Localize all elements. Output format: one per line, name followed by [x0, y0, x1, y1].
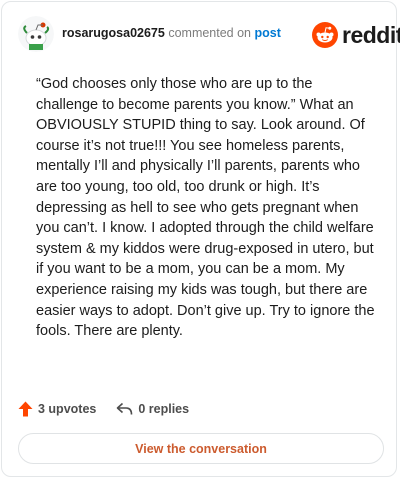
upvote-arrow-icon [18, 401, 33, 417]
reply-arrow-icon [117, 402, 133, 415]
reddit-logo[interactable]: reddit [312, 22, 400, 48]
upvote-count: 3 upvotes [38, 402, 97, 416]
reddit-snoo-icon [312, 22, 338, 48]
comment-header: rosarugosa02675 commented on post reddit [2, 2, 400, 66]
comment-body: “God chooses only those who are up to th… [36, 76, 375, 340]
post-link[interactable]: post [255, 26, 281, 40]
user-avatar[interactable] [18, 16, 54, 52]
upvote-action[interactable]: 3 upvotes [18, 401, 96, 417]
reply-count: 0 replies [138, 402, 190, 416]
reply-action[interactable]: 0 replies [116, 402, 189, 416]
comment-meta: rosarugosa02675 commented on post [62, 26, 281, 40]
username-link[interactable]: rosarugosa02675 [62, 26, 165, 40]
view-conversation-button[interactable]: View the conversation [18, 433, 384, 464]
comment-actions: 3 upvotes 0 replies [18, 397, 189, 421]
action-text: commented on [168, 26, 252, 40]
reddit-wordmark: reddit [342, 22, 400, 48]
comment-embed-card: rosarugosa02675 commented on post reddit… [1, 1, 400, 477]
